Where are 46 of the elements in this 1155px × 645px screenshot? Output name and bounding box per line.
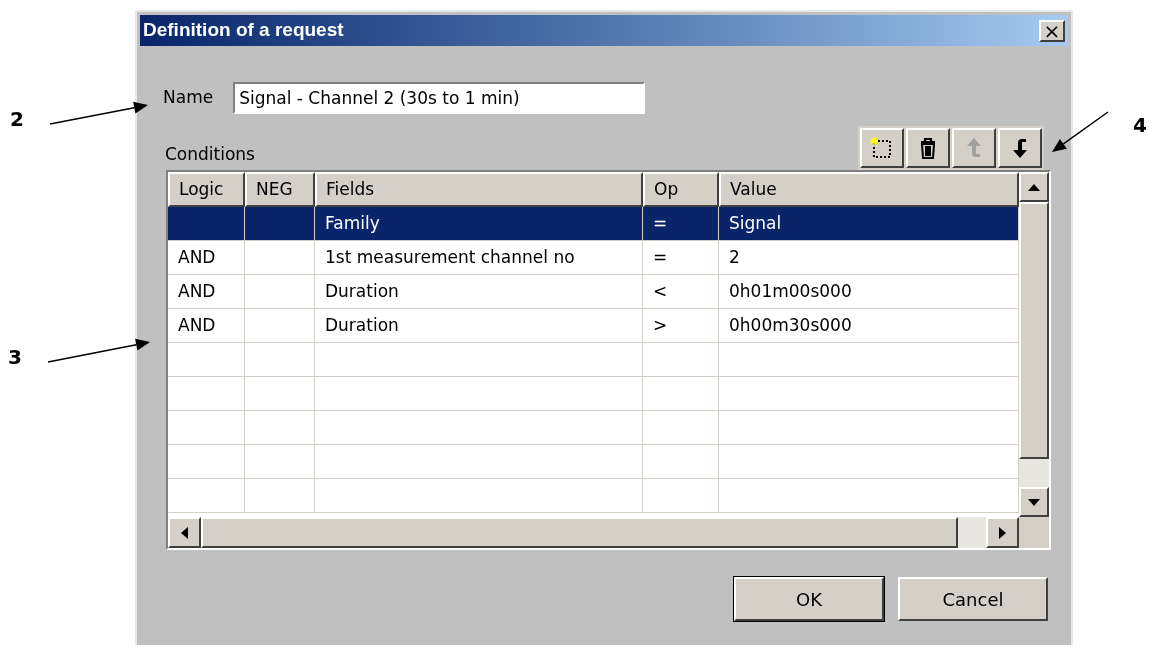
scroll-thumb[interactable] [1019,202,1049,459]
scroll-left-button[interactable] [168,517,201,548]
down-arrow-icon [1028,498,1040,506]
ok-button[interactable]: OK [734,577,884,621]
column-header[interactable]: Fields [315,172,643,207]
table-row[interactable]: AND Duration < 0h01m00s000 [168,275,1019,309]
new-row-button[interactable] [860,128,904,168]
callout-number: 4 [1133,112,1147,139]
name-field[interactable]: Signal - Channel 2 (30s to 1 min) [233,82,646,114]
column-header[interactable]: NEG [245,172,315,207]
scroll-right-button[interactable] [986,517,1019,548]
scroll-down-button[interactable] [1019,487,1049,517]
scroll-up-button[interactable] [1019,172,1049,202]
column-header[interactable]: Value [719,172,1019,207]
table-cell: AND [168,241,245,274]
cancel-button[interactable]: Cancel [898,577,1048,621]
up-arrow-icon [1028,183,1040,191]
table-cell: Duration [315,309,643,342]
new-row-icon [870,136,894,160]
table-row[interactable]: Family = Signal [168,207,1019,241]
table-cell: = [643,207,719,240]
callout-number: 2 [10,106,24,133]
table-cell: < [643,275,719,308]
table-cell: Duration [315,275,643,308]
window-title: Definition of a request [143,18,344,43]
vertical-scrollbar[interactable] [1019,172,1049,517]
table-cell: AND [168,275,245,308]
move-down-button[interactable] [998,128,1042,168]
callout-arrow [1052,111,1109,152]
column-header[interactable]: Logic [168,172,245,207]
table-cell: 1st measurement channel no [315,241,643,274]
right-arrow-icon [999,526,1006,539]
table-cell: = [643,241,719,274]
table-cell: > [643,309,719,342]
table-cell: Family [315,207,643,240]
name-label: Name [163,86,214,110]
left-arrow-icon [181,526,188,539]
delete-button[interactable] [906,128,950,168]
scrollbar-corner [1019,517,1049,548]
close-button[interactable]: × [1039,19,1065,42]
column-header[interactable]: Op [643,172,719,207]
conditions-label: Conditions [165,142,255,166]
table-row[interactable]: AND 1st measurement channel no = 2 [168,241,1019,275]
table-cell: AND [168,309,245,342]
callout-number: 3 [8,344,22,371]
table-row[interactable]: AND Duration > 0h00m30s000 [168,309,1019,343]
